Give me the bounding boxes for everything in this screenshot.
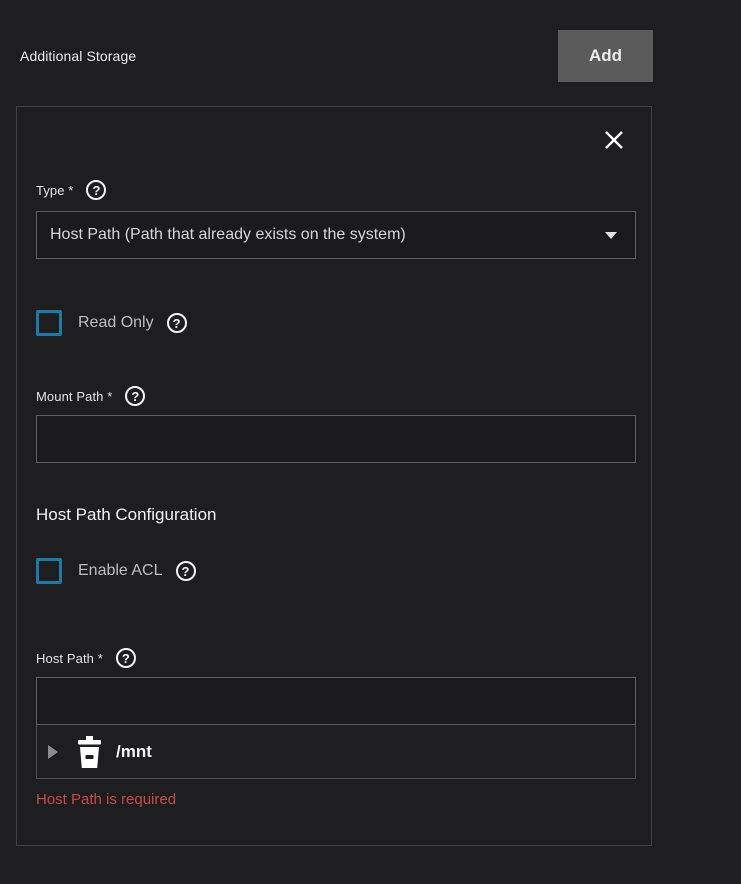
type-label: Type * (36, 183, 73, 198)
host-path-field: Host Path * ? /mnt Host Path i (36, 647, 636, 808)
read-only-row: Read Only ? (36, 309, 636, 337)
read-only-checkbox[interactable] (36, 310, 62, 336)
enable-acl-label: Enable ACL (78, 562, 163, 580)
type-dropdown[interactable]: Host Path (Path that already exists on t… (36, 211, 636, 259)
mount-path-field: Mount Path * ? (36, 385, 636, 463)
storage-bin-icon (76, 736, 103, 768)
help-icon[interactable]: ? (125, 386, 145, 406)
host-path-error: Host Path is required (36, 791, 636, 808)
mount-path-input[interactable] (36, 415, 636, 463)
tree-item-label: /mnt (116, 742, 152, 762)
add-button[interactable]: Add (558, 30, 653, 82)
chevron-down-icon (605, 232, 617, 239)
type-field: Type * ? Host Path (Path that already ex… (36, 179, 636, 259)
host-path-configuration-heading: Host Path Configuration (36, 505, 636, 525)
storage-item-panel: Type * ? Host Path (Path that already ex… (16, 106, 652, 846)
enable-acl-checkbox[interactable] (36, 558, 62, 584)
host-path-tree-item[interactable]: /mnt (36, 725, 636, 779)
section-title: Additional Storage (20, 48, 136, 64)
close-icon (603, 129, 625, 151)
help-icon[interactable]: ? (167, 313, 187, 333)
read-only-label: Read Only (78, 314, 154, 332)
header-row: Additional Storage Add (20, 30, 653, 82)
help-icon[interactable]: ? (116, 648, 136, 668)
type-dropdown-selected-value: Host Path (Path that already exists on t… (50, 226, 605, 244)
host-path-input[interactable] (36, 677, 636, 725)
caret-right-icon[interactable] (48, 745, 58, 759)
mount-path-label: Mount Path * (36, 389, 112, 404)
host-path-label: Host Path * (36, 651, 103, 666)
help-icon[interactable]: ? (86, 180, 106, 200)
help-icon[interactable]: ? (176, 561, 196, 581)
close-button[interactable] (601, 127, 627, 153)
enable-acl-row: Enable ACL ? (36, 557, 636, 585)
